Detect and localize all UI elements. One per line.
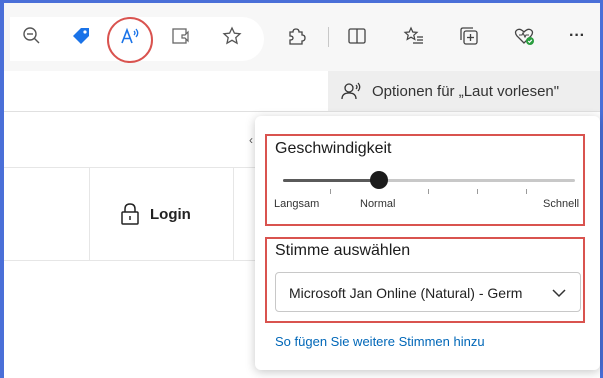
nav-divider (233, 167, 234, 260)
speed-tick (330, 189, 331, 194)
extensions-puzzle-icon[interactable] (282, 22, 310, 50)
immersive-reader-icon[interactable] (167, 22, 195, 50)
nav-divider (89, 167, 90, 260)
voice-settings-icon (341, 82, 361, 100)
add-voices-link[interactable]: So fügen Sie weitere Stimmen hinzu (275, 334, 485, 349)
collapse-arrow-icon[interactable]: ‹ (249, 133, 253, 147)
speed-slider-fill (283, 179, 380, 182)
speed-label-fast: Schnell (543, 198, 580, 210)
login-label: Login (150, 205, 191, 223)
speed-label-slow: Langsam (274, 198, 320, 210)
collections-icon[interactable] (455, 22, 483, 50)
speed-tick (428, 189, 429, 194)
read-aloud-icon[interactable] (116, 22, 144, 50)
zoom-out-icon[interactable] (18, 22, 46, 50)
toolbar-separator (328, 27, 329, 47)
speed-label-normal: Normal (360, 198, 396, 210)
browser-essentials-icon[interactable] (510, 22, 538, 50)
voice-select-dropdown[interactable]: Microsoft Jan Online (Natural) - Germ (275, 272, 581, 312)
read-aloud-options-label: Optionen für „Laut vorlesen" (372, 82, 560, 100)
favorites-list-icon[interactable] (400, 22, 428, 50)
coupon-tag-icon[interactable] (67, 22, 95, 50)
split-screen-icon[interactable] (343, 22, 371, 50)
login-link[interactable]: Login (120, 202, 191, 226)
voice-title: Stimme auswählen (275, 242, 411, 259)
chevron-down-icon (552, 289, 566, 298)
favorite-star-icon[interactable] (218, 22, 246, 50)
speed-tick (526, 189, 527, 194)
read-aloud-options-button[interactable]: Optionen für „Laut vorlesen" (328, 71, 600, 111)
speed-title: Geschwindigkeit (275, 140, 392, 157)
voice-select-value: Microsoft Jan Online (Natural) - Germ (289, 285, 523, 301)
speed-tick (477, 189, 478, 194)
more-menu-icon[interactable]: ··· (563, 22, 591, 50)
lock-icon (121, 203, 139, 225)
content-divider (4, 111, 600, 112)
